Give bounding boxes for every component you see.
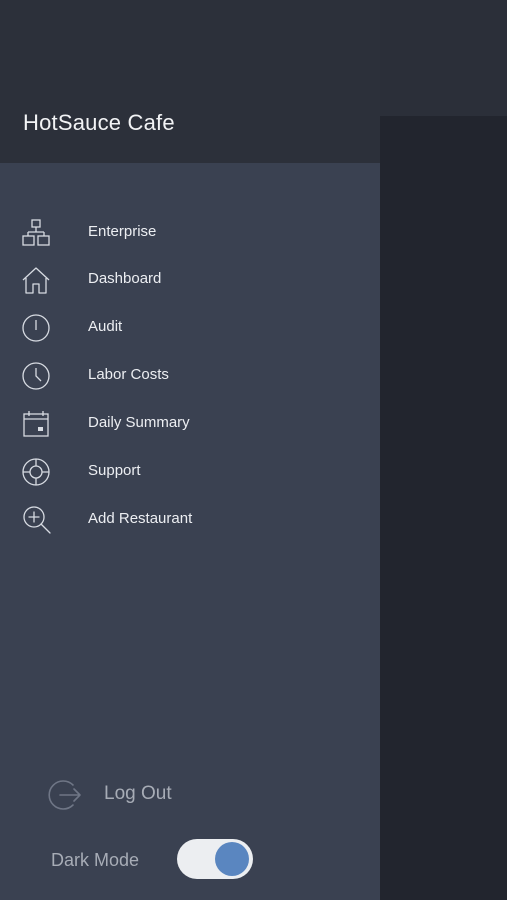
- zoom-in-icon: [20, 504, 52, 536]
- menu-item-daily-summary[interactable]: Daily Summary: [0, 399, 380, 445]
- menu-item-enterprise[interactable]: Enterprise: [0, 208, 380, 254]
- menu-item-labor-costs[interactable]: Labor Costs: [0, 351, 380, 397]
- menu-item-label: Enterprise: [88, 223, 157, 240]
- calendar-icon: [20, 408, 52, 440]
- logout-label: Log Out: [104, 783, 172, 804]
- home-icon: [20, 264, 52, 296]
- menu-item-label: Dashboard: [88, 270, 162, 287]
- dark-mode-toggle[interactable]: [177, 839, 253, 879]
- menu-item-label: Audit: [88, 318, 123, 335]
- lifebuoy-icon: [20, 456, 52, 488]
- alert-circle-icon: [20, 312, 52, 344]
- menu-item-label: Add Restaurant: [88, 510, 193, 527]
- restaurant-title: HotSauce Cafe: [23, 110, 175, 135]
- menu-item-add-restaurant[interactable]: Add Restaurant: [0, 495, 380, 541]
- menu-item-dashboard[interactable]: Dashboard: [0, 255, 380, 301]
- sitemap-icon: [20, 217, 52, 249]
- toggle-knob: [215, 842, 249, 876]
- menu-item-label: Labor Costs: [88, 366, 169, 383]
- menu-item-audit[interactable]: Audit: [0, 303, 380, 349]
- logout-icon: [46, 776, 84, 814]
- menu-item-label: Support: [88, 462, 141, 479]
- navigation-drawer: HotSauce Cafe Enterprise Dashboard Audit…: [0, 0, 380, 900]
- clock-icon: [20, 360, 52, 392]
- drawer-header: HotSauce Cafe: [0, 0, 380, 163]
- dark-mode-label: Dark Mode: [51, 850, 140, 870]
- menu-item-support[interactable]: Support: [0, 447, 380, 493]
- logout-button[interactable]: Log Out: [44, 774, 244, 816]
- menu-item-label: Daily Summary: [88, 414, 190, 431]
